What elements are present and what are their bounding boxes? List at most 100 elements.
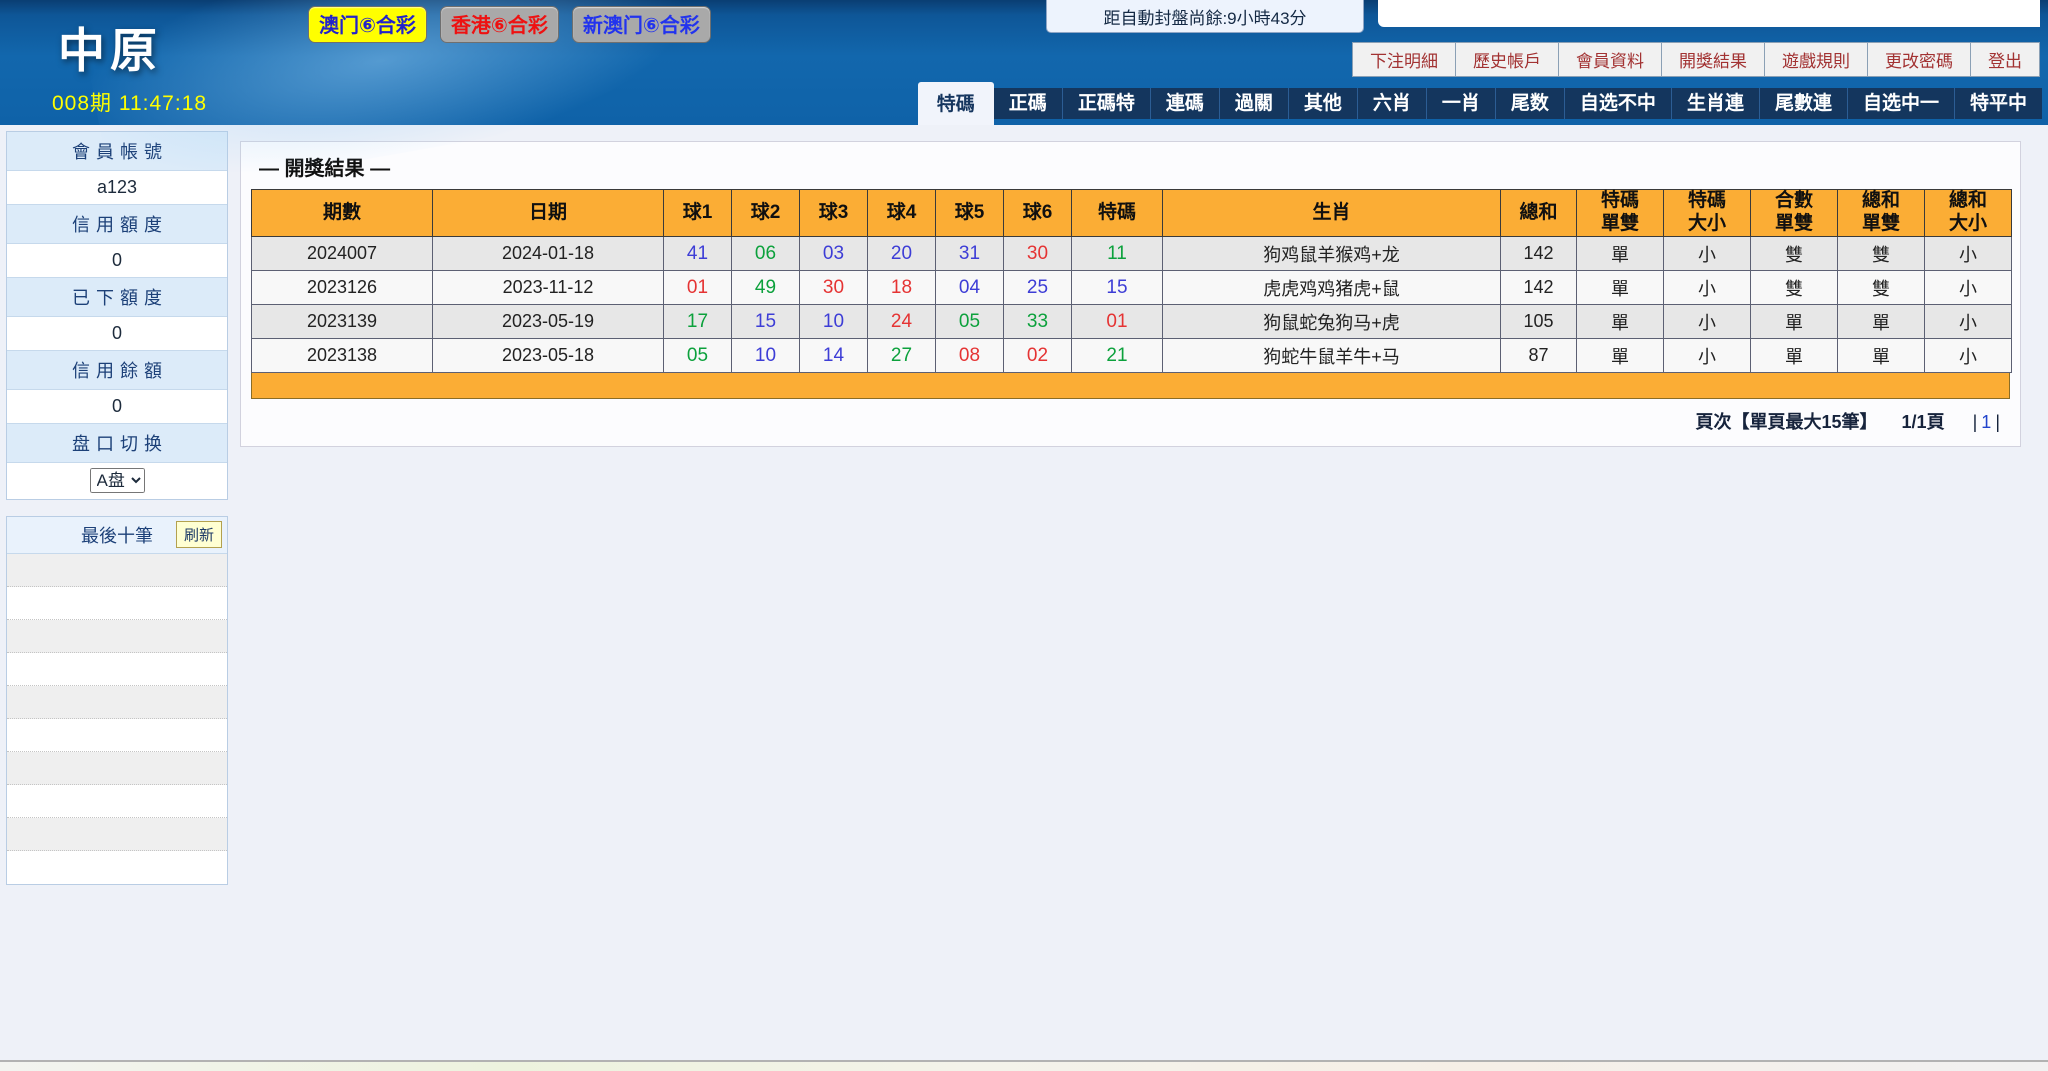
lottery-tab[interactable]: 香港⑥合彩 bbox=[439, 6, 559, 43]
table-row: 2023139 2023-05-19 17 15 10 24 05 33 01 狗鼠蛇兔狗马+虎 1… bbox=[251, 304, 2012, 339]
nav-tab[interactable]: 特碼 bbox=[917, 82, 994, 125]
cell-zodiac: 虎虎鸡鸡猪虎+鼠 bbox=[1162, 270, 1501, 305]
cell-ball: 15 bbox=[731, 304, 800, 339]
cell-ball: 24 bbox=[867, 304, 936, 339]
cell-total: 87 bbox=[1500, 338, 1577, 373]
cell-ball: 06 bbox=[731, 236, 800, 271]
account-field-label: 已下額度 bbox=[7, 278, 227, 317]
results-body: 2024007 2024-01-18 41 06 03 20 31 30 11 狗鸡鼠羊猴鸡+龙 1… bbox=[251, 236, 2012, 373]
table-row: 2023126 2023-11-12 01 49 30 18 04 25 15 虎虎鸡鸡猪虎+鼠 1… bbox=[251, 270, 2012, 305]
results-column-header: 球1 bbox=[663, 189, 732, 237]
table-row: 2023138 2023-05-18 05 10 14 27 08 02 21 狗蛇牛鼠羊牛+马 8… bbox=[251, 338, 2012, 373]
nav-tab[interactable]: 連碼 bbox=[1150, 88, 1220, 119]
results-column-header: 特碼 大小 bbox=[1663, 189, 1751, 237]
results-column-header: 球2 bbox=[731, 189, 800, 237]
marquee-strip bbox=[1378, 0, 2040, 27]
nav-tab[interactable]: 過關 bbox=[1219, 88, 1289, 119]
nav-tab[interactable]: 自选不中 bbox=[1564, 88, 1672, 119]
page-link-1[interactable]: 1 bbox=[1981, 412, 1991, 432]
nav-tab[interactable]: 一肖 bbox=[1426, 88, 1496, 119]
cell-ball: 17 bbox=[663, 304, 732, 339]
last-ten-empty-row bbox=[7, 818, 227, 851]
nav-tab[interactable]: 自选中一 bbox=[1847, 88, 1955, 119]
nav-tab[interactable]: 尾數連 bbox=[1759, 88, 1848, 119]
last-ten-empty-row bbox=[7, 587, 227, 620]
menu-item[interactable]: 登出 bbox=[1970, 43, 2039, 76]
cell-ball: 18 bbox=[867, 270, 936, 305]
last-ten-box: 最後十筆 刷新 bbox=[6, 516, 228, 885]
cell-flag: 小 bbox=[1924, 270, 2012, 305]
nav-tab[interactable]: 其他 bbox=[1288, 88, 1358, 119]
nav-tab[interactable]: 生肖連 bbox=[1671, 88, 1760, 119]
last-ten-empty-row bbox=[7, 719, 227, 752]
cell-ball: 27 bbox=[867, 338, 936, 373]
account-field-value: a123 bbox=[7, 171, 227, 205]
last-ten-empty-row bbox=[7, 785, 227, 818]
last-ten-rows bbox=[7, 554, 227, 884]
refresh-button[interactable]: 刷新 bbox=[175, 521, 222, 548]
nav-tab[interactable]: 正碼 bbox=[993, 88, 1063, 119]
footer-strip bbox=[0, 1060, 2048, 1071]
cell-flag: 單 bbox=[1750, 304, 1838, 339]
cell-ball: 30 bbox=[1003, 236, 1072, 271]
results-panel: — 開獎結果 — 期數 日期 球1 球2 球3 球4 球5 球6 特碼 生肖 總和 特碼 單雙 特碼 大… bbox=[240, 141, 2021, 447]
account-field-label: 信用餘額 bbox=[7, 351, 227, 390]
account-field-label: 信用額度 bbox=[7, 205, 227, 244]
last-ten-empty-row bbox=[7, 851, 227, 884]
results-table: 期數 日期 球1 球2 球3 球4 球5 球6 特碼 生肖 總和 特碼 單雙 特碼 大小 合數 單雙 總和 … bbox=[251, 189, 2012, 373]
cell-flag: 單 bbox=[1837, 338, 1925, 373]
menu-item[interactable]: 更改密碼 bbox=[1867, 43, 1970, 76]
pagination-separator: | bbox=[1972, 412, 1978, 432]
last-ten-empty-row bbox=[7, 752, 227, 785]
results-title: — 開獎結果 — bbox=[259, 158, 391, 180]
account-box: 會員帳號 a123 信用額度 0 已下額度 0 信用餘額 0 盘口切换 A盘 bbox=[6, 131, 228, 500]
cell-period: 2023139 bbox=[251, 304, 433, 339]
menu-item[interactable]: 遊戲規則 bbox=[1764, 43, 1867, 76]
cell-date: 2024-01-18 bbox=[432, 236, 664, 271]
menu-item[interactable]: 下注明細 bbox=[1353, 43, 1455, 76]
cell-flag: 雙 bbox=[1837, 236, 1925, 271]
results-column-header: 日期 bbox=[432, 189, 664, 237]
cell-flag: 單 bbox=[1576, 236, 1664, 271]
cell-ball: 30 bbox=[799, 270, 868, 305]
cell-ball: 25 bbox=[1003, 270, 1072, 305]
results-column-header: 球6 bbox=[1003, 189, 1072, 237]
results-column-header: 期數 bbox=[251, 189, 433, 237]
nav-tab[interactable]: 特平中 bbox=[1954, 88, 2042, 119]
cell-special-number: 21 bbox=[1071, 338, 1163, 373]
nav-tab[interactable]: 正碼特 bbox=[1062, 88, 1151, 119]
cell-ball: 05 bbox=[935, 304, 1004, 339]
cell-flag: 單 bbox=[1750, 338, 1838, 373]
plate-select[interactable]: A盘 bbox=[89, 468, 145, 493]
results-column-header: 總和 bbox=[1500, 189, 1577, 237]
results-header-row: 期數 日期 球1 球2 球3 球4 球5 球6 特碼 生肖 總和 特碼 單雙 特碼 大小 合數 單雙 總和 … bbox=[251, 189, 2012, 237]
lottery-tab[interactable]: 新澳门⑥合彩 bbox=[571, 6, 711, 43]
header: 中原 澳门⑥合彩 香港⑥合彩 新澳门⑥合彩 距自動封盤尚餘:9小時43分 下注明細歷… bbox=[0, 0, 2048, 204]
nav-tab[interactable]: 尾数 bbox=[1495, 88, 1565, 119]
cell-zodiac: 狗蛇牛鼠羊牛+马 bbox=[1162, 338, 1501, 373]
results-column-header: 特碼 單雙 bbox=[1576, 189, 1664, 237]
cell-ball: 04 bbox=[935, 270, 1004, 305]
results-column-header: 球5 bbox=[935, 189, 1004, 237]
sidebar: 會員帳號 a123 信用額度 0 已下額度 0 信用餘額 0 盘口切换 A盘 最後十筆 刷新 bbox=[6, 131, 228, 885]
last-ten-empty-row bbox=[7, 620, 227, 653]
lottery-tab-active[interactable]: 澳门⑥合彩 bbox=[308, 6, 427, 43]
plate-switch-label: 盘口切换 bbox=[7, 424, 227, 463]
plate-select-row: A盘 bbox=[7, 463, 227, 499]
cell-ball: 20 bbox=[867, 236, 936, 271]
account-field-value: 0 bbox=[7, 390, 227, 424]
cell-total: 142 bbox=[1500, 236, 1577, 271]
cell-flag: 雙 bbox=[1750, 270, 1838, 305]
table-footer-bar bbox=[251, 373, 2010, 399]
user-menu: 下注明細 歷史帳戶 會員資料 開獎結果 遊戲規則 更改密碼 登出 bbox=[1352, 42, 2040, 77]
menu-item[interactable]: 會員資料 bbox=[1558, 43, 1661, 76]
menu-item[interactable]: 開獎結果 bbox=[1661, 43, 1764, 76]
nav-tab[interactable]: 六肖 bbox=[1357, 88, 1427, 119]
cell-flag: 小 bbox=[1663, 236, 1751, 271]
cell-flag: 單 bbox=[1837, 304, 1925, 339]
menu-item[interactable]: 歷史帳戶 bbox=[1455, 43, 1558, 76]
results-column-header: 特碼 bbox=[1071, 189, 1163, 237]
cell-flag: 小 bbox=[1663, 270, 1751, 305]
cell-period: 2024007 bbox=[251, 236, 433, 271]
cell-ball: 14 bbox=[799, 338, 868, 373]
